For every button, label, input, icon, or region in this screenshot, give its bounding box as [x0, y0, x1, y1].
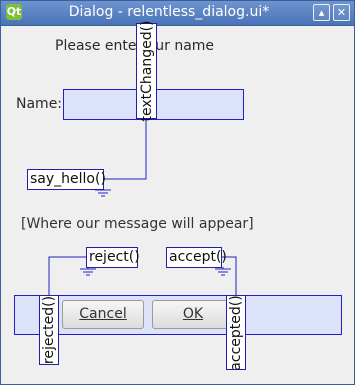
close-button[interactable]: ✕	[333, 4, 350, 21]
ok-button[interactable]: OK	[152, 300, 234, 329]
signal-rejected[interactable]: rejected()	[39, 295, 59, 365]
ground-symbol-reject	[80, 267, 96, 276]
window-title: Dialog - relentless_dialog.ui*	[68, 4, 270, 20]
slot-accept[interactable]: accept()	[166, 247, 227, 268]
connection-line-text-changed	[103, 119, 147, 180]
slot-reject[interactable]: reject()	[86, 247, 140, 268]
signal-accepted-label: accepted()	[228, 294, 244, 371]
connection-line-rejected	[48, 256, 86, 295]
cancel-button-label: Cancel	[79, 306, 127, 322]
minimize-button[interactable]: ▴	[313, 4, 330, 21]
signal-rejected-label: rejected()	[41, 295, 57, 365]
qt-app-icon: Qt	[6, 4, 22, 20]
cancel-button[interactable]: Cancel	[62, 300, 144, 329]
signal-text-changed-label: textChanged()	[138, 20, 155, 122]
signal-accepted[interactable]: accepted()	[226, 295, 246, 370]
signal-text-changed[interactable]: textChanged()	[136, 20, 157, 122]
ok-button-label: OK	[182, 306, 204, 322]
dialog-window: Qt Dialog - relentless_dialog.ui* ▴ ✕ Pl…	[0, 0, 355, 385]
ground-symbol-accept	[215, 267, 231, 276]
slot-say-hello[interactable]: say_hello()	[27, 169, 106, 190]
name-label: Name:	[16, 96, 63, 112]
title-bar[interactable]: Qt Dialog - relentless_dialog.ui* ▴ ✕	[1, 1, 354, 26]
prompt-label: Please enter our name	[55, 38, 215, 54]
message-label: [Where our message will appear]	[21, 216, 254, 232]
